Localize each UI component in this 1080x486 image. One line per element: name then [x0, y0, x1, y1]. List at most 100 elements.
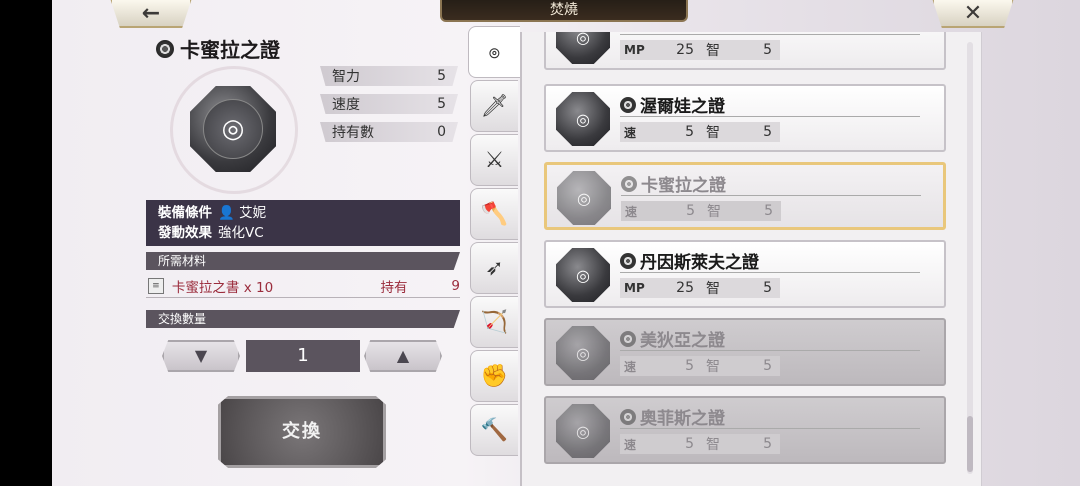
- stat-value: 25: [676, 42, 694, 58]
- stat-label: 持有數: [332, 125, 374, 141]
- list-item[interactable]: ◎ 美狄亞之證速 5 智 5: [544, 318, 946, 386]
- list-item-name: 丹因斯萊夫之證: [640, 253, 759, 273]
- spear-icon: ➶: [485, 255, 504, 281]
- stat-value: 5: [437, 68, 446, 84]
- scroll-tab[interactable]: ၜ: [468, 26, 520, 78]
- swirl-icon: ◎: [203, 99, 263, 159]
- close-button[interactable]: ✕: [932, 0, 1014, 28]
- scrollbar-track[interactable]: [967, 42, 973, 474]
- item-name-row: 丹因斯萊夫之證: [620, 248, 759, 273]
- list-item-name: 美狄亞之證: [640, 331, 725, 351]
- stat-key: MP: [624, 43, 645, 57]
- equip-info-box: 裝備條件 👤 艾妮 發動效果 強化VC: [146, 200, 460, 246]
- list-item-stats: MP 25 智 5: [620, 40, 780, 60]
- proof-badge-icon: [620, 252, 636, 269]
- item-name: 卡蜜拉之證: [180, 38, 280, 62]
- stat-row: 持有數 0: [320, 122, 458, 142]
- axe-icon: 🪓: [480, 201, 509, 227]
- increase-button[interactable]: ▲: [364, 340, 442, 372]
- scrollbar-thumb[interactable]: [967, 416, 973, 472]
- stat-value: 0: [437, 124, 446, 140]
- item-name-row: 卡蜜拉之證: [621, 171, 726, 196]
- gem-icon: ◎: [556, 92, 610, 146]
- sword-icon: 🗡: [480, 93, 509, 119]
- item-name-row: 渥爾娃之證: [620, 92, 725, 117]
- fist-tab[interactable]: ✊: [470, 350, 518, 402]
- quantity-value: 1: [246, 340, 360, 372]
- spear-tab[interactable]: ➶: [470, 242, 518, 294]
- list-item-stats: 速5智5: [620, 356, 780, 376]
- stat-key: 智: [706, 437, 720, 453]
- equip-label: 裝備條件: [158, 205, 212, 221]
- stat-value: 5: [763, 436, 772, 452]
- item-name-row: 奧菲斯之證: [620, 404, 725, 429]
- saber-tab[interactable]: ⚔: [470, 134, 518, 186]
- proof-badge-icon: [621, 175, 637, 192]
- stat-value: 5: [764, 203, 773, 219]
- chevron-down-icon: ▼: [194, 346, 208, 365]
- item-gem-image: ◎: [170, 66, 298, 194]
- list-item-stats: 速5智5: [621, 201, 781, 221]
- divider: [620, 272, 920, 273]
- stat-key: 速: [624, 359, 637, 374]
- list-item[interactable]: ◎ 丹因斯萊夫之證 MP 25 智 5: [544, 240, 946, 308]
- stat-value: 5: [763, 124, 772, 140]
- owned-value: 9: [451, 277, 461, 294]
- list-item-stats: 速5智5: [620, 122, 780, 142]
- list-item[interactable]: ◎ 奧菲斯之證速 5 智 5: [544, 396, 946, 464]
- scroll-icon: ၜ: [488, 38, 501, 64]
- proof-badge-icon: [620, 408, 636, 425]
- gem-icon: ◎: [556, 404, 610, 458]
- list-item[interactable]: ◎ 卡蜜拉之證速 5 智 5: [544, 162, 946, 230]
- stat-key: 智: [706, 43, 720, 59]
- stat-key: MP: [624, 281, 645, 295]
- stat-key: 智: [707, 204, 721, 220]
- list-item-stats: MP 25 智 5: [620, 278, 780, 298]
- effect-label: 發動效果: [158, 225, 212, 241]
- stat-value: 5: [763, 358, 772, 374]
- gem-icon: ◎: [557, 171, 611, 225]
- materials-section-label: 所需材料: [146, 252, 460, 270]
- game-screen: ← 焚燒 ✕ 卡蜜拉之證 ◎ 智力 5 速度 5 持有數 0 裝備條件 👤 艾妮 發動效…: [52, 0, 1080, 486]
- list-item-stats: 速5智5: [620, 434, 780, 454]
- exchange-button[interactable]: 交換: [218, 396, 386, 468]
- back-button[interactable]: ←: [110, 0, 192, 28]
- proof-badge-icon: [156, 39, 174, 58]
- stat-key: 智: [706, 281, 720, 297]
- material-row: ≡ 卡蜜拉之書 x 10 持有 9: [146, 274, 460, 298]
- divider: [621, 195, 921, 196]
- stat-value: 5: [437, 96, 446, 112]
- equip-value: 艾妮: [239, 205, 267, 221]
- user-icon: 👤: [218, 205, 235, 221]
- item-list[interactable]: ◎ MP 25 智 5 ◎ 渥爾娃之證速 5 智 5 ◎ 卡蜜拉之證速 5 智 5 ◎ 丹因斯萊夫之證 MP 25 智…: [520, 32, 982, 486]
- chevron-up-icon: ▲: [396, 346, 410, 365]
- axe-tab[interactable]: 🪓: [470, 188, 518, 240]
- list-item-name: 卡蜜拉之證: [641, 176, 726, 196]
- list-item[interactable]: ◎ MP 25 智 5: [544, 32, 946, 70]
- fist-icon: ✊: [480, 363, 509, 389]
- stat-value: 5: [685, 124, 694, 140]
- stat-value: 5: [763, 42, 772, 58]
- book-icon: ≡: [148, 277, 164, 294]
- list-item[interactable]: ◎ 渥爾娃之證速 5 智 5: [544, 84, 946, 152]
- gem-icon: ◎: [556, 248, 610, 302]
- stat-key: 速: [625, 204, 638, 219]
- bow-tab[interactable]: 🏹: [470, 296, 518, 348]
- hammer-tab[interactable]: 🔨: [470, 404, 518, 456]
- decrease-button[interactable]: ▼: [162, 340, 240, 372]
- list-item-name: 渥爾娃之證: [640, 97, 725, 117]
- divider: [620, 428, 920, 429]
- hammer-icon: 🔨: [480, 417, 509, 443]
- divider: [620, 116, 920, 117]
- stat-key: 速: [624, 125, 637, 140]
- stat-key: 智: [706, 125, 720, 141]
- sword-tab[interactable]: 🗡: [470, 80, 518, 132]
- stat-value: 5: [685, 436, 694, 452]
- material-name: 卡蜜拉之書 x 10: [171, 279, 274, 296]
- stat-value: 5: [763, 280, 772, 296]
- stat-row: 速度 5: [320, 94, 458, 114]
- stat-value: 5: [686, 203, 695, 219]
- back-arrow-icon: ←: [141, 0, 161, 26]
- gem-icon: ◎: [556, 32, 610, 64]
- stat-key: 速: [624, 437, 637, 452]
